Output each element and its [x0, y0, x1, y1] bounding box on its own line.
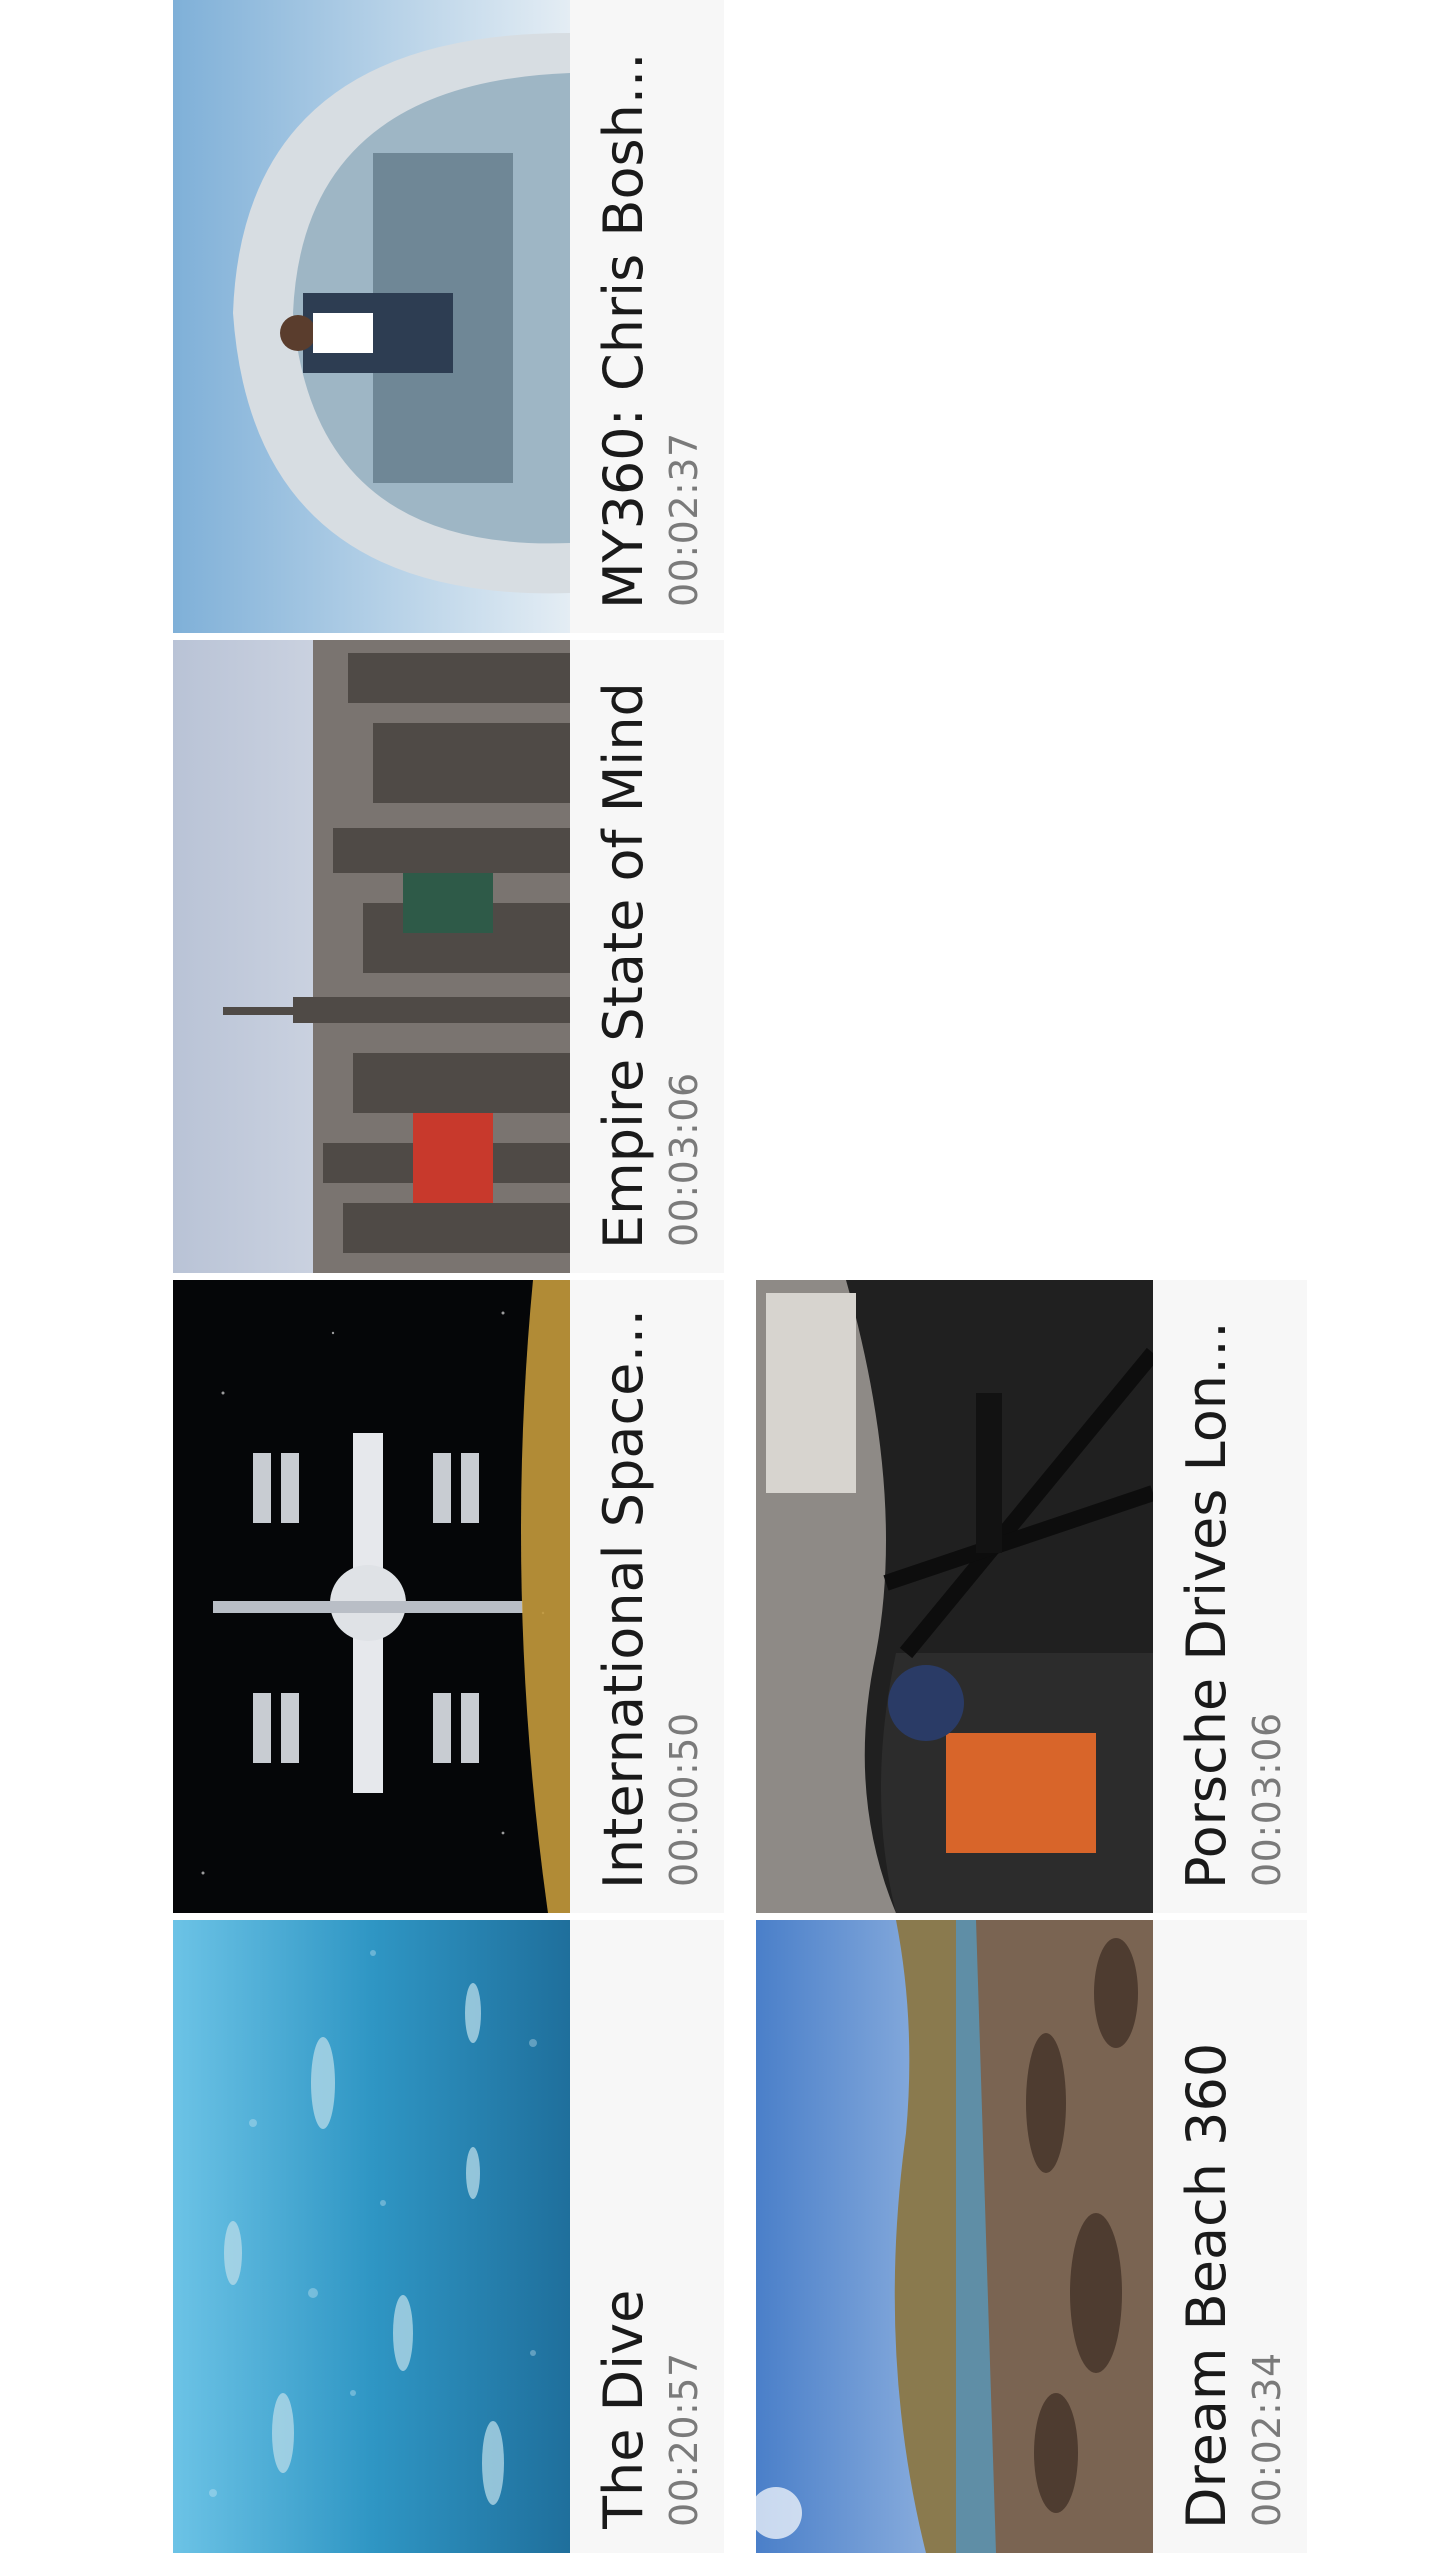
- rocky-beach-icon: [756, 1920, 1153, 2553]
- video-thumbnail: [173, 1280, 570, 1913]
- video-title: Empire State of Mind: [592, 682, 655, 1249]
- video-title: MY360: Chris Bosh...: [592, 52, 655, 609]
- video-card-international-space-station[interactable]: International Space St... 00:00:50: [173, 1280, 724, 1913]
- video-thumbnail: [173, 0, 570, 633]
- video-card-the-dive[interactable]: The Dive 00:20:57: [173, 1920, 724, 2553]
- video-title: Porsche Drives Long...: [1175, 1299, 1238, 1889]
- video-card-empire-state-of-mind[interactable]: Empire State of Mind 00:03:06: [173, 640, 724, 1273]
- video-thumbnail: [756, 1280, 1153, 1913]
- balcony-person-icon: [173, 0, 570, 633]
- video-thumbnail: [756, 1920, 1153, 2553]
- video-duration: 00:00:50: [662, 1712, 706, 1887]
- space-station-icon: [173, 1280, 570, 1913]
- video-card-my360-chris-bosh[interactable]: MY360: Chris Bosh... 00:02:37: [173, 0, 724, 633]
- video-duration: 00:03:06: [662, 1072, 706, 1247]
- underwater-fish-icon: [173, 1920, 570, 2553]
- video-duration: 00:02:37: [662, 432, 706, 607]
- video-card-dream-beach-360[interactable]: Dream Beach 360 00:02:34: [756, 1920, 1307, 2553]
- video-grid: The Dive 00:20:57 International Space St…: [0, 0, 1440, 2560]
- video-card-porsche-drives-long[interactable]: Porsche Drives Long... 00:03:06: [756, 1280, 1307, 1913]
- video-title: International Space St...: [592, 1299, 655, 1889]
- video-duration: 00:02:34: [1245, 2352, 1289, 2527]
- video-title: The Dive: [592, 2289, 655, 2529]
- video-title: Dream Beach 360: [1175, 2042, 1238, 2529]
- video-duration: 00:03:06: [1245, 1712, 1289, 1887]
- video-thumbnail: [173, 640, 570, 1273]
- city-skyline-icon: [173, 640, 570, 1273]
- video-duration: 00:20:57: [662, 2352, 706, 2527]
- video-thumbnail: [173, 1920, 570, 2553]
- race-car-cockpit-icon: [756, 1280, 1153, 1913]
